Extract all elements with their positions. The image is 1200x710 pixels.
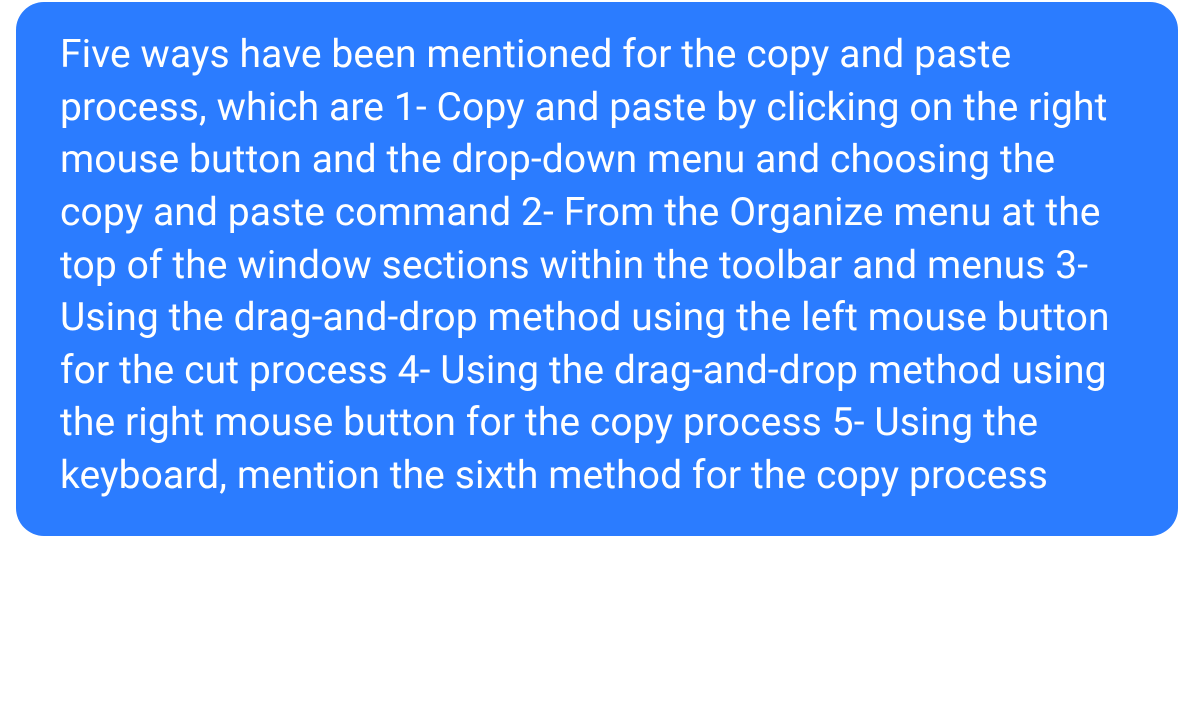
chat-message-bubble[interactable]: Five ways have been mentioned for the co… bbox=[16, 2, 1178, 536]
message-text: Five ways have been mentioned for the co… bbox=[60, 31, 1110, 498]
